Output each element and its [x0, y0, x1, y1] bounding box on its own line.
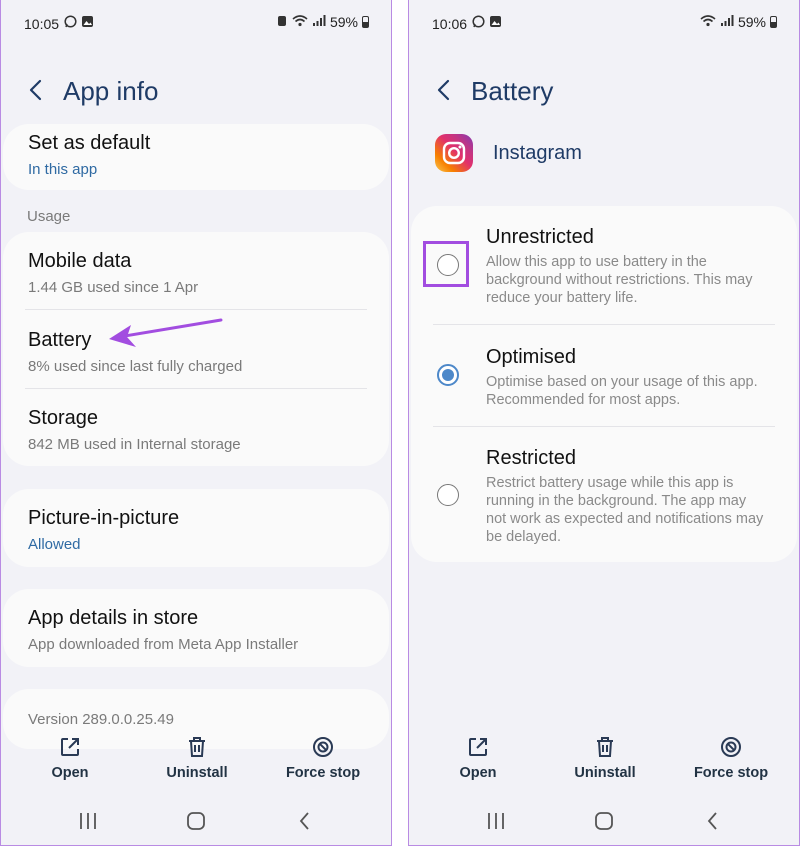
force-stop-icon — [719, 735, 743, 759]
set-as-default-value: In this app — [28, 161, 98, 178]
trash-icon — [185, 735, 209, 759]
option-unrestricted[interactable]: Unrestricted Allow this app to use batte… — [431, 224, 777, 324]
battery-level: 59% — [329, 14, 358, 30]
store-card[interactable]: App details in store App downloaded from… — [3, 589, 389, 667]
mobile-data-item[interactable]: Mobile data 1.44 GB used since 1 Apr — [28, 250, 369, 296]
open-external-icon — [58, 735, 82, 759]
option-title: Unrestricted — [486, 226, 594, 248]
battery-icon — [362, 16, 369, 28]
set-default-card[interactable]: Set as default In this app — [3, 124, 389, 190]
wifi-icon — [700, 14, 716, 30]
wifi-icon — [292, 14, 308, 30]
radio-optimised[interactable] — [437, 364, 459, 386]
recents-icon[interactable] — [484, 809, 508, 833]
status-time: 10:05 — [24, 16, 60, 32]
mobile-data-value: 1.44 GB used since 1 Apr — [28, 279, 199, 296]
option-description: Restrict battery usage while this app is… — [486, 475, 764, 545]
app-bar: Battery — [409, 70, 799, 110]
set-as-default-title: Set as default — [28, 132, 151, 154]
set-as-default-item[interactable]: Set as default In this app — [28, 132, 369, 178]
pip-value: Allowed — [28, 536, 81, 553]
whatsapp-icon — [472, 15, 485, 28]
open-external-icon — [466, 735, 490, 759]
instagram-app-icon — [435, 134, 473, 172]
status-bar: 10:06 59% — [409, 0, 799, 46]
app-name: Instagram — [493, 142, 582, 164]
bottom-actions: Open Uninstall Force stop — [1, 735, 391, 795]
pip-card[interactable]: Picture-in-picture Allowed — [3, 489, 389, 567]
mobile-data-title: Mobile data — [28, 250, 132, 272]
uninstall-button[interactable]: Uninstall — [555, 735, 655, 781]
open-button[interactable]: Open — [20, 735, 120, 781]
divider — [25, 388, 367, 389]
page-title: Battery — [471, 76, 554, 106]
option-title: Restricted — [486, 447, 577, 469]
divider — [25, 309, 367, 310]
uninstall-label: Uninstall — [574, 765, 636, 781]
option-restricted[interactable]: Restricted Restrict battery usage while … — [431, 445, 777, 555]
back-nav-icon[interactable] — [701, 809, 725, 833]
gallery-icon — [489, 15, 502, 28]
gallery-icon — [81, 15, 94, 28]
alarm-icon — [276, 14, 288, 30]
uninstall-button[interactable]: Uninstall — [147, 735, 247, 781]
option-description: Allow this app to use battery in the bac… — [486, 254, 753, 306]
radio-restricted[interactable] — [437, 484, 459, 506]
battery-icon — [770, 16, 777, 28]
storage-item[interactable]: Storage 842 MB used in Internal storage — [28, 407, 369, 453]
app-bar: App info — [1, 70, 391, 110]
option-title: Optimised — [486, 346, 577, 368]
storage-title: Storage — [28, 407, 99, 429]
system-navbar — [1, 806, 391, 836]
home-icon[interactable] — [184, 809, 208, 833]
force-stop-label: Force stop — [285, 765, 361, 781]
open-label: Open — [51, 765, 89, 781]
storage-value: 842 MB used in Internal storage — [28, 436, 241, 453]
force-stop-icon — [311, 735, 335, 759]
app-info-screen: 10:05 59% App info Set as default In thi… — [0, 0, 392, 846]
force-stop-button[interactable]: Force stop — [681, 735, 781, 781]
bottom-actions: Open Uninstall Force stop — [409, 735, 799, 795]
recents-icon[interactable] — [76, 809, 100, 833]
app-header-row: Instagram — [435, 134, 779, 174]
app-details-in-store-item[interactable]: App details in store App downloaded from… — [28, 607, 369, 653]
status-time: 10:06 — [432, 16, 468, 32]
back-arrow-icon[interactable] — [23, 76, 51, 104]
battery-settings-screen: 10:06 59% Battery Instagram Unrestricted… — [408, 0, 800, 846]
open-button[interactable]: Open — [428, 735, 528, 781]
store-value: App downloaded from Meta App Installer — [28, 636, 299, 653]
annotation-arrow — [109, 318, 223, 347]
option-optimised[interactable]: Optimised Optimise based on your usage o… — [431, 344, 777, 424]
status-bar: 10:05 59% — [1, 0, 391, 46]
page-title: App info — [63, 76, 159, 106]
signal-icon — [312, 14, 326, 30]
back-nav-icon[interactable] — [293, 809, 317, 833]
whatsapp-icon — [64, 15, 77, 28]
back-arrow-icon[interactable] — [431, 76, 459, 104]
signal-icon — [720, 14, 734, 30]
trash-icon — [593, 735, 617, 759]
battery-value: 8% used since last fully charged — [28, 358, 243, 375]
battery-level: 59% — [737, 14, 766, 30]
divider — [433, 426, 775, 427]
uninstall-label: Uninstall — [166, 765, 228, 781]
option-description: Optimise based on your usage of this app… — [486, 374, 758, 408]
force-stop-label: Force stop — [693, 765, 769, 781]
open-label: Open — [459, 765, 497, 781]
highlight-box — [423, 241, 469, 287]
force-stop-button[interactable]: Force stop — [273, 735, 373, 781]
divider — [433, 324, 775, 325]
usage-section-label: Usage — [27, 208, 71, 225]
pip-title: Picture-in-picture — [28, 507, 180, 529]
home-icon[interactable] — [592, 809, 616, 833]
store-title: App details in store — [28, 607, 199, 629]
system-navbar — [409, 806, 799, 836]
picture-in-picture-item[interactable]: Picture-in-picture Allowed — [28, 507, 369, 553]
version-text: Version 289.0.0.25.49 — [28, 711, 174, 728]
